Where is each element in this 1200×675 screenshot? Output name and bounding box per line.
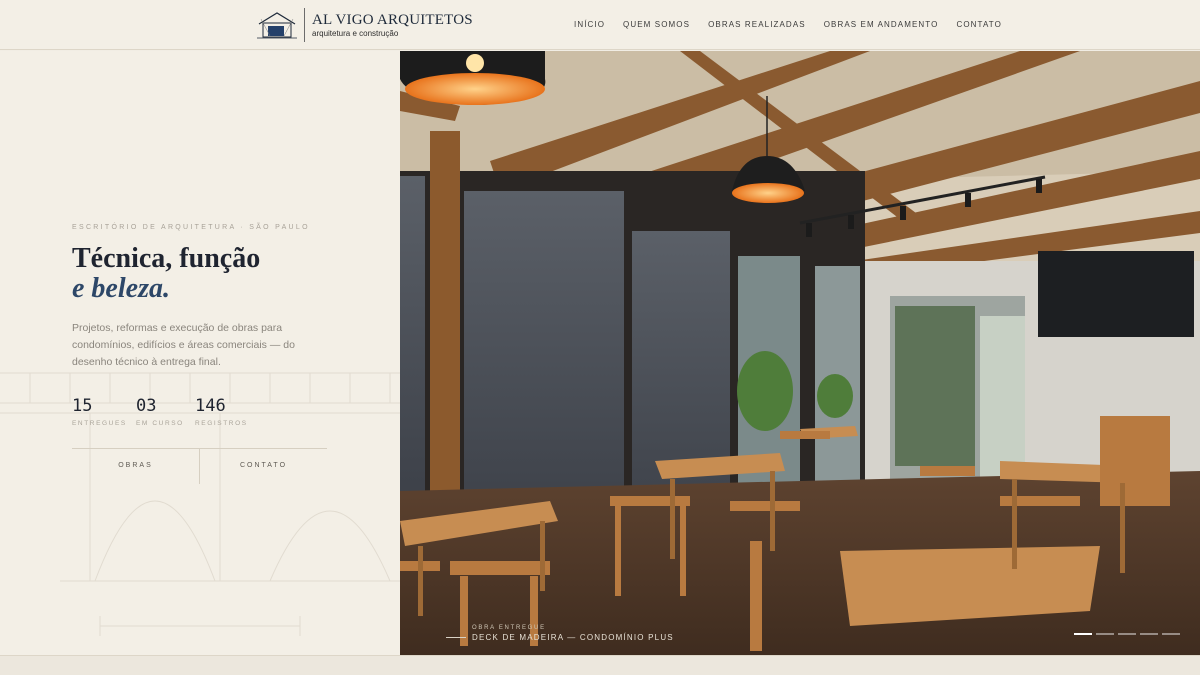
slide-indicator-4[interactable] — [1140, 633, 1158, 635]
stat-em-curso: 03 EM CURSO — [136, 396, 195, 427]
contato-button[interactable]: CONTATO — [199, 449, 327, 484]
nav-obras-realizadas[interactable]: OBRAS REALIZADAS — [708, 20, 806, 29]
slider-pagination — [1074, 633, 1180, 635]
stat-value: 03 — [136, 396, 157, 416]
house-logo-icon — [257, 12, 297, 39]
brand-tagline: arquitetura e construção — [312, 28, 399, 38]
slide-indicator-1[interactable] — [1074, 633, 1092, 635]
stat-value: 15 — [72, 396, 93, 416]
slide-indicator-2[interactable] — [1096, 633, 1114, 635]
hero-headline-line1: Técnica, função — [72, 243, 261, 274]
hero-headline: Técnica, função e beleza. — [72, 244, 260, 304]
next-section-edge — [0, 655, 1200, 675]
main-nav: INÍCIO QUEM SOMOS OBRAS REALIZADAS OBRAS… — [574, 20, 1020, 29]
slide-indicator-3[interactable] — [1118, 633, 1136, 635]
obras-button[interactable]: OBRAS — [72, 449, 199, 484]
hero-description: Projetos, reformas e execução de obras p… — [72, 322, 295, 368]
nav-contato[interactable]: CONTATO — [956, 20, 1001, 29]
stat-label: EM CURSO — [136, 420, 184, 427]
stats-row: 15 ENTREGUES 03 EM CURSO 146 REGISTROS — [72, 396, 255, 427]
wooden-deck-interior-photo — [400, 51, 1200, 655]
stat-registros: 146 REGISTROS — [195, 396, 255, 427]
site-header: AL VIGO ARQUITETOS arquitetura e constru… — [0, 0, 1200, 50]
hero-photo-slider[interactable]: OBRA ENTREGUE DECK DE MADEIRA — CONDOMÍN… — [400, 51, 1200, 655]
tv-screen — [1038, 251, 1194, 337]
hero-headline-line2: e beleza. — [72, 273, 170, 304]
logo-text: AL VIGO ARQUITETOS arquitetura e constru… — [312, 11, 473, 38]
logo-divider — [304, 8, 305, 42]
brand-logo[interactable]: AL VIGO ARQUITETOS arquitetura e constru… — [256, 8, 473, 42]
stat-label: ENTREGUES — [72, 420, 127, 427]
hero-eyebrow: ESCRITÓRIO DE ARQUITETURA · SÃO PAULO — [72, 224, 310, 231]
nav-obras-em-andamento[interactable]: OBRAS EM ANDAMENTO — [824, 20, 939, 29]
slide-indicator-5[interactable] — [1162, 633, 1180, 635]
slide-caption: OBRA ENTREGUE DECK DE MADEIRA — CONDOMÍN… — [446, 625, 674, 642]
nav-quem-somos[interactable]: QUEM SOMOS — [623, 20, 690, 29]
nav-inicio[interactable]: INÍCIO — [574, 20, 605, 29]
caption-line — [446, 637, 466, 638]
cta-row: OBRAS CONTATO — [72, 448, 327, 484]
stat-label: REGISTROS — [195, 420, 248, 427]
caption-title: DECK DE MADEIRA — CONDOMÍNIO PLUS — [472, 633, 674, 642]
caption-kicker: OBRA ENTREGUE — [472, 625, 546, 631]
brand-name: AL VIGO ARQUITETOS — [312, 11, 473, 28]
hero-text-panel: ESCRITÓRIO DE ARQUITETURA · SÃO PAULO Té… — [0, 51, 400, 655]
caption-text: OBRA ENTREGUE DECK DE MADEIRA — CONDOMÍN… — [472, 625, 674, 642]
stat-value: 146 — [195, 396, 226, 416]
stat-entregues: 15 ENTREGUES — [72, 396, 136, 427]
